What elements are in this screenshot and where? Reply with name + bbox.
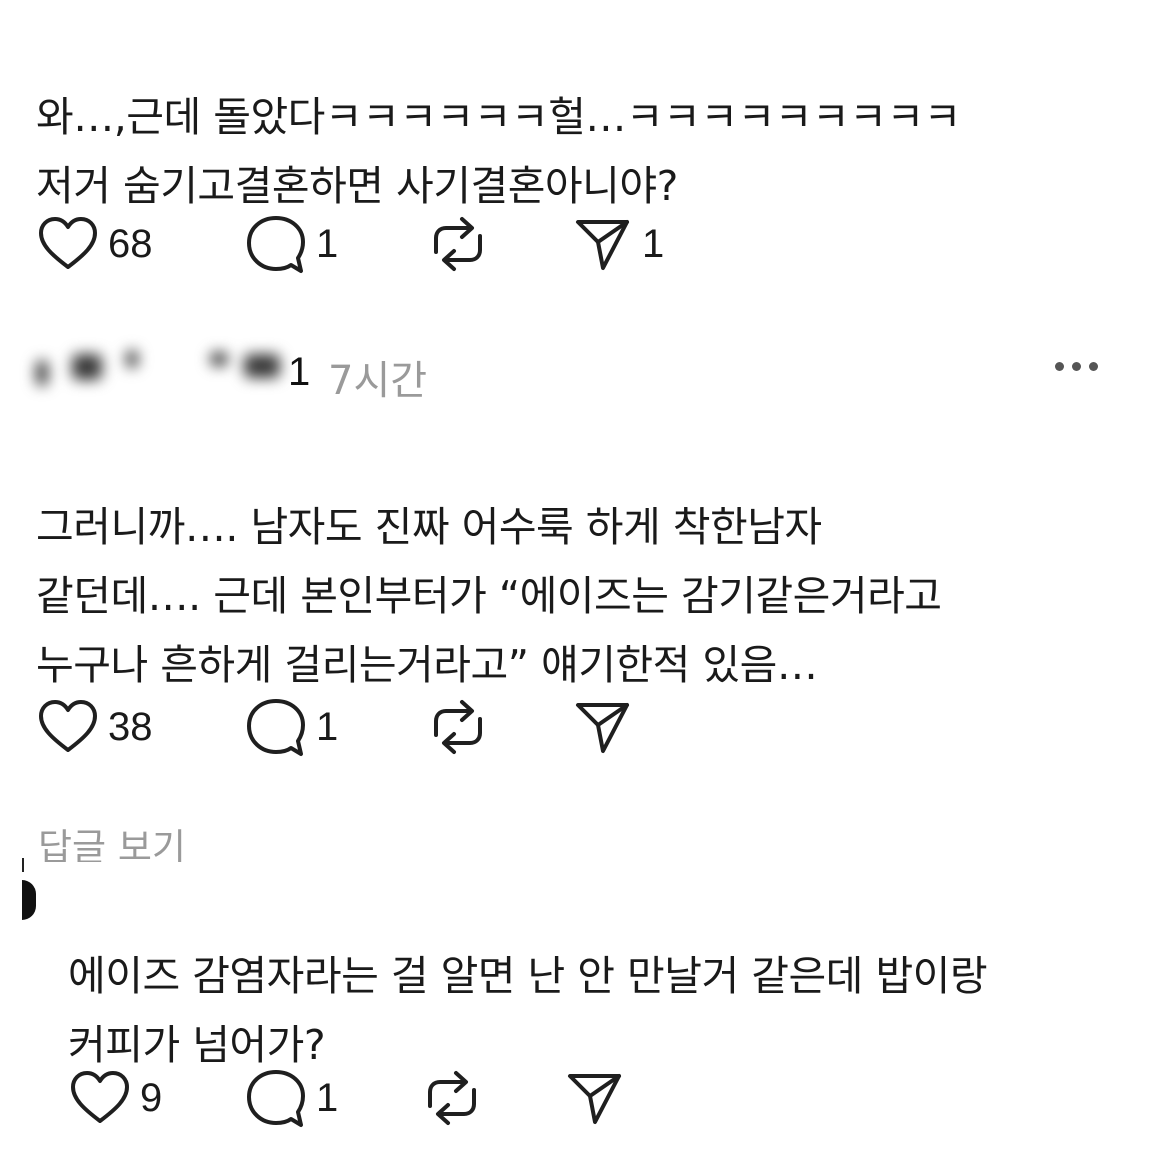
heart-icon bbox=[39, 700, 97, 752]
share-button[interactable]: 1 bbox=[572, 214, 664, 274]
send-icon bbox=[576, 220, 629, 270]
send-icon bbox=[568, 1074, 621, 1124]
like-count: 38 bbox=[108, 704, 153, 749]
repost-icon bbox=[428, 1071, 476, 1125]
more-options-icon[interactable] bbox=[1055, 362, 1098, 371]
like-count: 68 bbox=[108, 221, 153, 266]
post-2-text: 그러니까…. 남자도 진짜 어수룩 하게 착한남자 같던데…. 근데 본인부터가… bbox=[36, 424, 942, 700]
share-button[interactable] bbox=[572, 697, 632, 757]
post-3-actions: 9 1 bbox=[70, 1068, 770, 1128]
username-tail[interactable]: 1 bbox=[288, 350, 310, 395]
reply-count: 1 bbox=[316, 1075, 339, 1120]
post-3-line-2: 커피가 넘어가? bbox=[68, 1021, 326, 1069]
post-1-line-2: 저거 숨기고결혼하면 사기결혼아니야? bbox=[36, 162, 678, 210]
username-redacted[interactable] bbox=[30, 346, 330, 396]
comment-icon bbox=[247, 1070, 305, 1127]
reply-button[interactable]: 1 bbox=[246, 1068, 338, 1128]
share-button[interactable] bbox=[564, 1068, 624, 1128]
post-2-line-3: 누구나 흔하게 걸리는거라고” 얘기한적 있음… bbox=[36, 641, 818, 689]
repost-button[interactable] bbox=[422, 1068, 482, 1128]
view-replies-link[interactable]: 답글 보기 bbox=[38, 820, 186, 862]
repost-button[interactable] bbox=[428, 697, 488, 757]
post-2-actions: 38 1 bbox=[38, 697, 738, 757]
heart-icon bbox=[39, 217, 97, 269]
thread-line-edge bbox=[22, 858, 24, 872]
repost-icon bbox=[434, 700, 482, 754]
like-button[interactable]: 68 bbox=[38, 214, 153, 274]
reply-count: 1 bbox=[316, 704, 339, 749]
post-1-line-1: 와…,근데 돌았다ㅋㅋㅋㅋㅋㅋ헐…ㅋㅋㅋㅋㅋㅋㅋㅋㅋ bbox=[36, 93, 961, 141]
post-1-text: 와…,근데 돌았다ㅋㅋㅋㅋㅋㅋ헐…ㅋㅋㅋㅋㅋㅋㅋㅋㅋ 저거 숨기고결혼하면 사기… bbox=[36, 14, 961, 221]
post-timestamp: 7시간 bbox=[328, 358, 428, 404]
like-button[interactable]: 38 bbox=[38, 697, 153, 757]
post-2-line-1: 그러니까…. 남자도 진짜 어수룩 하게 착한남자 bbox=[36, 503, 822, 551]
post-3-text: 에이즈 감염자라는 걸 알면 난 안 만날거 같은데 밥이랑 커피가 넘어가? bbox=[68, 873, 988, 1080]
repost-icon bbox=[434, 217, 482, 271]
post-1-actions: 68 1 1 bbox=[38, 214, 738, 274]
comment-icon bbox=[247, 699, 305, 756]
repost-button[interactable] bbox=[428, 214, 488, 274]
post-3-line-1: 에이즈 감염자라는 걸 알면 난 안 만날거 같은데 밥이랑 bbox=[68, 952, 988, 1000]
like-count: 9 bbox=[140, 1075, 163, 1120]
reply-count: 1 bbox=[316, 221, 339, 266]
send-icon bbox=[576, 703, 629, 753]
reply-button[interactable]: 1 bbox=[246, 214, 338, 274]
post-2-line-2: 같던데…. 근데 본인부터가 “에이즈는 감기같은거라고 bbox=[36, 572, 942, 620]
avatar[interactable] bbox=[22, 880, 36, 920]
comment-icon bbox=[247, 216, 305, 273]
like-button[interactable]: 9 bbox=[70, 1068, 162, 1128]
reply-button[interactable]: 1 bbox=[246, 697, 338, 757]
share-count: 1 bbox=[642, 221, 665, 266]
post-2-header: 1 7시간 bbox=[30, 340, 1140, 404]
heart-icon bbox=[71, 1071, 129, 1123]
